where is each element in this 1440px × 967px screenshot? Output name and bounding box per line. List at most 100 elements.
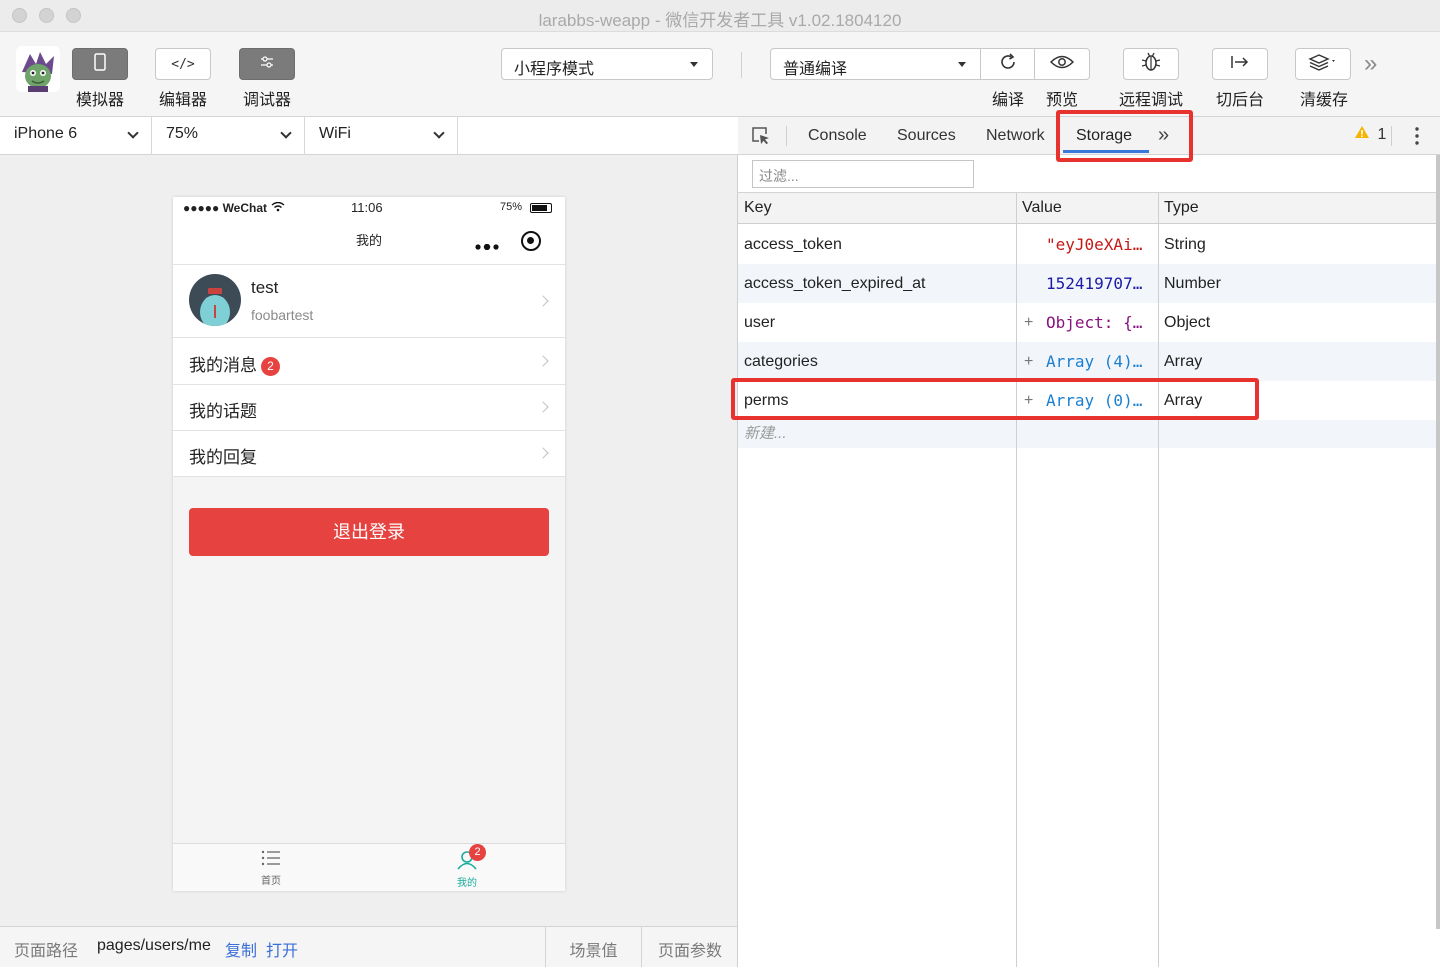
warning-icon xyxy=(1354,126,1374,143)
tab-me[interactable]: 2 我的 xyxy=(427,844,507,889)
status-time: 11:06 xyxy=(351,200,383,215)
preview-button[interactable] xyxy=(1034,48,1090,80)
battery-text: 75% xyxy=(500,201,523,213)
page-path-label: 页面路径 xyxy=(14,943,79,960)
compile-button[interactable] xyxy=(980,48,1035,80)
warning-count: 1 xyxy=(1377,126,1387,143)
phone-nav-bar: 我的 xyxy=(173,219,565,265)
background-switch-button[interactable] xyxy=(1212,48,1268,80)
divider xyxy=(786,126,787,146)
new-entry-placeholder[interactable]: 新建... xyxy=(744,420,787,448)
new-entry-row[interactable]: 新建... xyxy=(738,420,1436,448)
column-header-value[interactable]: Value xyxy=(1022,199,1062,217)
highlight-perms-row xyxy=(731,378,1259,420)
column-header-type[interactable]: Type xyxy=(1164,199,1199,217)
highlight-storage-tab xyxy=(1056,110,1193,162)
chevron-down-icon xyxy=(433,127,445,139)
user-avatar-icon[interactable] xyxy=(16,46,60,92)
close-capsule-icon[interactable] xyxy=(521,231,541,251)
user-subtitle: foobartest xyxy=(251,307,314,323)
toolbar-more-icon[interactable]: » xyxy=(1364,50,1377,78)
column-header-key[interactable]: Key xyxy=(744,199,772,217)
debugger-toggle-button[interactable] xyxy=(239,48,295,80)
tab-badge: 2 xyxy=(469,844,486,861)
layers-icon xyxy=(1308,53,1338,76)
refresh-icon xyxy=(998,52,1018,77)
row-value: Array (4)… xyxy=(1046,352,1143,371)
expand-plus-icon[interactable]: + xyxy=(1024,342,1040,381)
tab-console[interactable]: Console xyxy=(808,127,867,145)
warning-indicator[interactable]: 1 xyxy=(1354,125,1386,144)
storage-table: Key Value Type access_token "eyJ0eXAi… S… xyxy=(738,193,1436,967)
compile-mode-select[interactable]: 普通编译 xyxy=(770,48,981,80)
open-path-link[interactable]: 打开 xyxy=(266,937,298,961)
chevron-right-icon xyxy=(537,401,549,413)
table-row[interactable]: user + Object: {… Object xyxy=(738,303,1436,342)
phone-screen: ●●●●● WeChat 11:06 75% 我的 test foobartes… xyxy=(173,197,565,891)
remote-debug-button[interactable] xyxy=(1123,48,1179,80)
zoom-select-value: 75% xyxy=(166,125,199,142)
user-avatar xyxy=(189,274,241,326)
row-type: String xyxy=(1164,236,1206,253)
battery-icon xyxy=(530,203,552,213)
page-path-value: pages/users/me xyxy=(97,937,211,954)
inspect-element-icon[interactable] xyxy=(751,126,771,151)
bug-icon xyxy=(1140,51,1162,78)
remote-debug-label: 远程调试 xyxy=(1118,92,1183,109)
user-name: test xyxy=(251,278,279,297)
simulator-toggle-button[interactable] xyxy=(72,48,128,80)
table-row[interactable]: access_token "eyJ0eXAi… String xyxy=(738,225,1436,264)
column-divider[interactable] xyxy=(1158,193,1159,967)
chevron-right-icon xyxy=(537,447,549,459)
page-params-button[interactable]: 页面参数 xyxy=(641,927,738,967)
tab-sources[interactable]: Sources xyxy=(897,127,956,145)
nav-title: 我的 xyxy=(355,233,382,248)
tab-home[interactable]: 首页 xyxy=(231,850,311,887)
row-value: 152419707… xyxy=(1046,274,1143,293)
user-profile-cell[interactable]: test foobartest xyxy=(173,265,565,338)
divider xyxy=(1391,126,1392,146)
table-row[interactable]: categories + Array (4)… Array xyxy=(738,342,1436,381)
chevron-right-icon xyxy=(537,295,549,307)
storage-filter-input[interactable]: 过滤... xyxy=(752,160,974,188)
device-bar: iPhone 6 75% WiFi xyxy=(0,117,738,155)
tab-network[interactable]: Network xyxy=(986,127,1045,145)
mode-select[interactable]: 小程序模式 xyxy=(501,48,713,80)
tab-me-label: 我的 xyxy=(457,878,477,889)
zoom-select[interactable]: 75% xyxy=(152,117,305,155)
row-key: access_token xyxy=(744,236,842,253)
editor-toggle-button[interactable]: </> xyxy=(155,48,211,80)
phone-icon xyxy=(93,52,107,76)
kebab-menu-icon[interactable] xyxy=(1415,127,1419,150)
code-icon: </> xyxy=(171,56,195,72)
table-header: Key Value Type xyxy=(738,193,1436,224)
menu-item-replies[interactable]: 我的回复 xyxy=(173,431,565,477)
copy-path-link[interactable]: 复制 xyxy=(225,937,257,961)
logout-button[interactable]: 退出登录 xyxy=(189,508,549,556)
expand-plus-icon[interactable]: + xyxy=(1024,303,1040,342)
switch-icon xyxy=(1229,54,1251,75)
divider xyxy=(741,52,742,78)
debugger-label: 调试器 xyxy=(242,92,291,109)
row-value: Object: {… xyxy=(1046,313,1143,332)
compile-mode-value: 普通编译 xyxy=(783,61,848,78)
menu-item-messages[interactable]: 我的消息 2 xyxy=(173,338,565,385)
scene-value-button[interactable]: 场景值 xyxy=(545,927,641,967)
device-select-value: iPhone 6 xyxy=(14,125,78,142)
chevron-down-icon xyxy=(280,127,292,139)
menu-item-topics[interactable]: 我的话题 xyxy=(173,385,565,431)
more-dots-icon[interactable] xyxy=(475,237,499,255)
page-path-bar: 页面路径 pages/users/me 复制 打开 场景值 页面参数 xyxy=(0,926,738,967)
menu-item-label: 我的话题 xyxy=(189,402,257,421)
device-select[interactable]: iPhone 6 xyxy=(0,117,152,155)
debug-icon xyxy=(259,55,275,73)
column-divider[interactable] xyxy=(1016,193,1017,967)
wifi-icon xyxy=(271,201,285,215)
row-type: Object xyxy=(1164,314,1211,331)
clear-cache-label: 清缓存 xyxy=(1299,92,1348,109)
clear-cache-button[interactable] xyxy=(1295,48,1351,80)
row-value: "eyJ0eXAi… xyxy=(1046,235,1143,254)
table-row[interactable]: access_token_expired_at 152419707… Numbe… xyxy=(738,264,1436,303)
network-select[interactable]: WiFi xyxy=(305,117,458,155)
devtools-scrollbar[interactable] xyxy=(1436,155,1440,929)
